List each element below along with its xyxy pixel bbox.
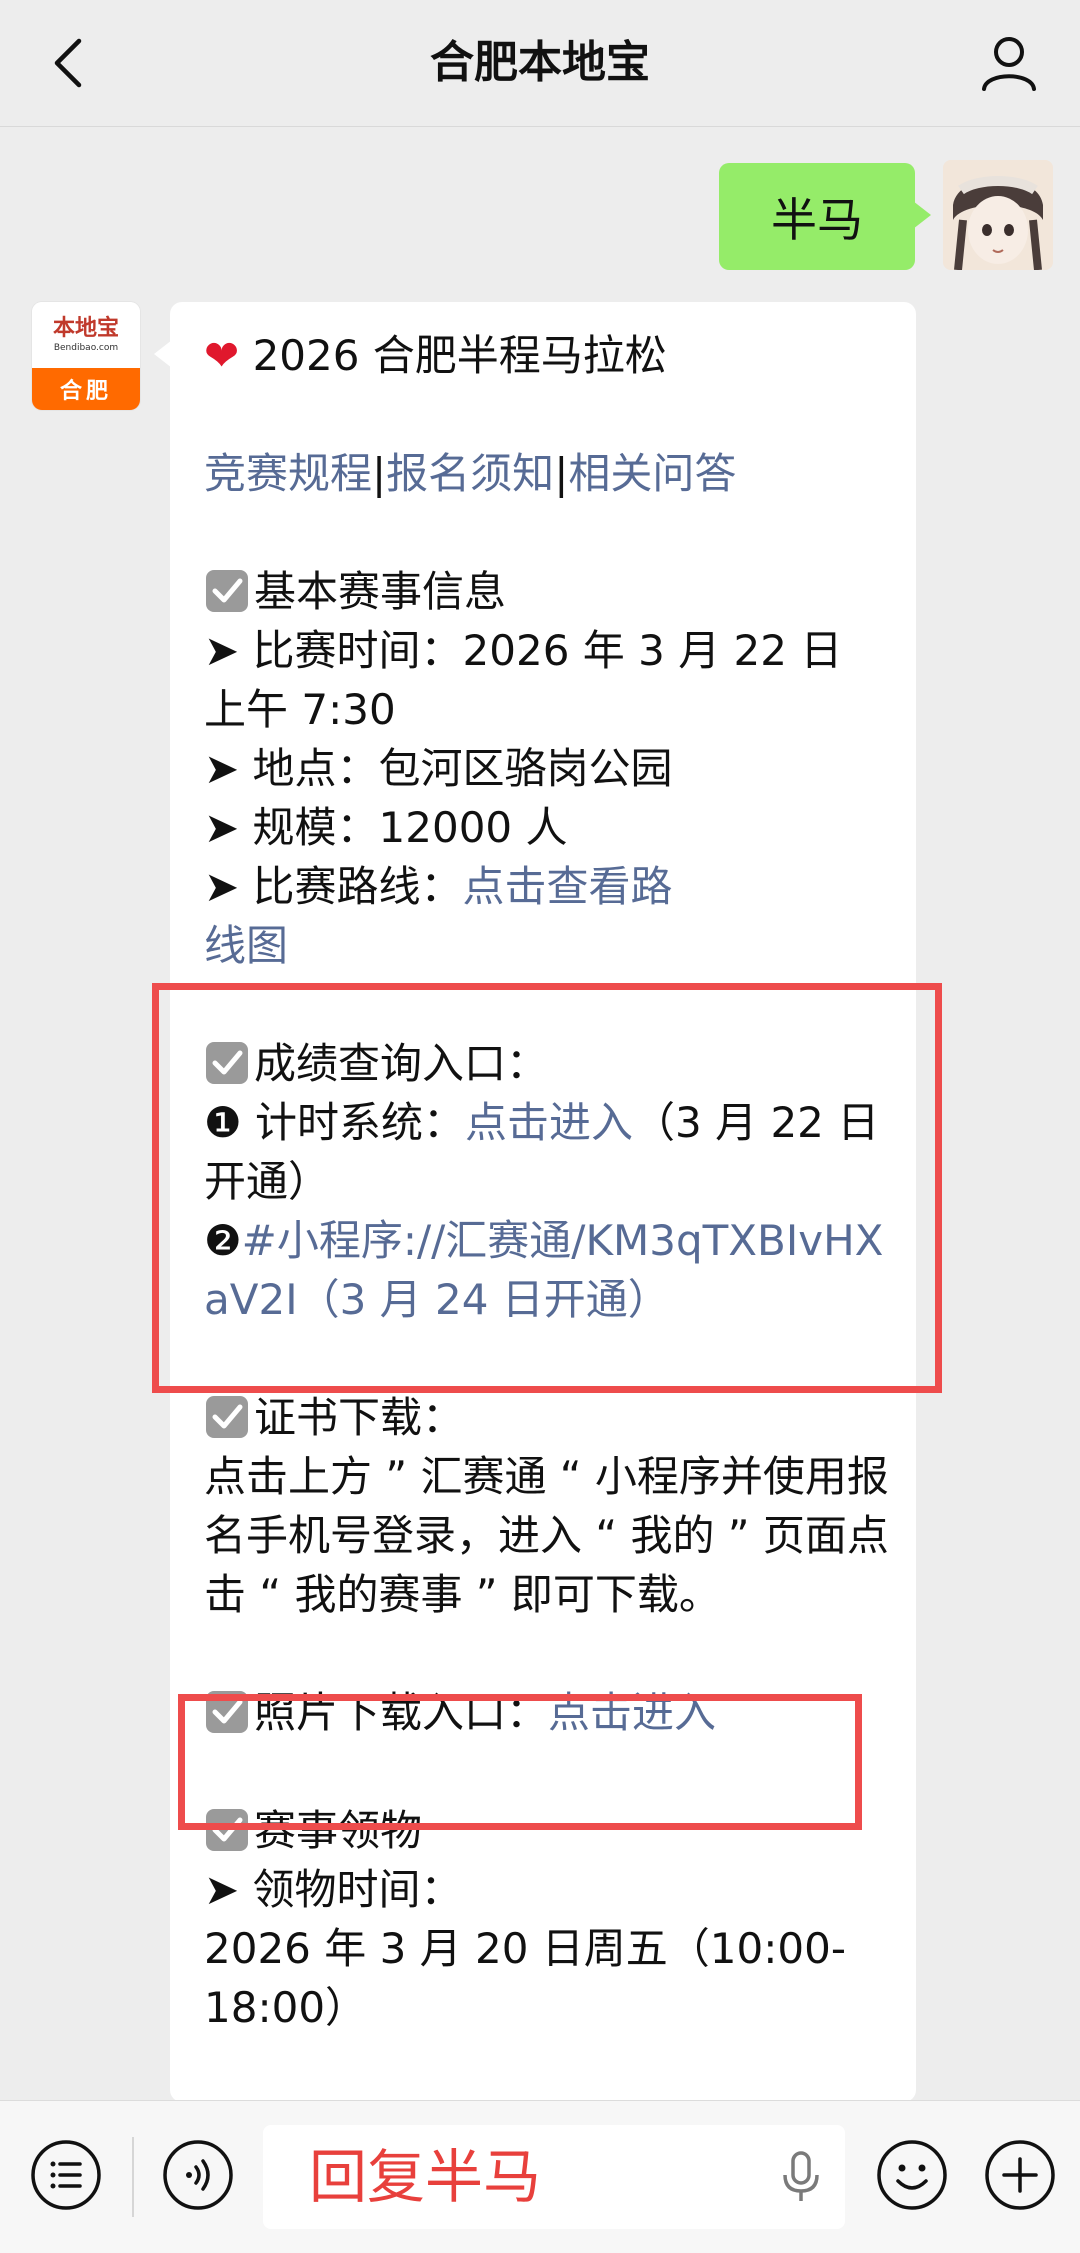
voice-icon [163, 2140, 233, 2210]
pickup-time-value: 2026 年 3 月 20 日周五（10:00-18:00） [204, 1924, 846, 2032]
link-registration[interactable]: 报名须知 [386, 449, 554, 498]
results-item-timing: ❶ 计时系统：点击进入（3 月 22 日开通） [204, 1098, 880, 1206]
quick-links: 竞赛规程|报名须知|相关问答 [204, 449, 737, 498]
checkbox-icon [206, 1809, 248, 1851]
bot-avatar[interactable]: 本地宝 Bendibao.com 合肥 [32, 302, 140, 410]
basic-info-heading: 基本赛事信息 [204, 562, 894, 621]
results-heading: 成绩查询入口： [204, 1034, 894, 1093]
race-location: ➤ 地点：包河区骆岗公园 [204, 744, 673, 793]
checkbox-icon [206, 570, 248, 612]
photos-link[interactable]: 点击进入 [548, 1688, 716, 1737]
user-message-text: 半马 [771, 192, 863, 247]
pickup-heading: 赛事领物 [204, 1801, 894, 1860]
voice-toggle-button[interactable] [160, 2137, 236, 2213]
checkbox-icon [206, 1396, 248, 1438]
emoji-icon [877, 2140, 947, 2210]
bot-avatar-city: 合肥 [32, 368, 140, 410]
chat-header: 合肥本地宝 [0, 0, 1080, 127]
race-time: ➤ 比赛时间：2026 年 3 月 22 日 上午 7:30 [204, 626, 843, 734]
emoji-button[interactable] [874, 2137, 950, 2213]
list-menu-icon [31, 2140, 101, 2210]
bot-message-bubble: ❤ 2026 合肥半程马拉松 竞赛规程|报名须知|相关问答 基本赛事信息 ➤ 比… [154, 302, 916, 2102]
user-avatar-illustration [943, 160, 1053, 270]
link-faq[interactable]: 相关问答 [568, 449, 736, 498]
person-icon [982, 37, 1036, 91]
certificate-text: 点击上方 ” 汇赛通 “ 小程序并使用报名手机号登录，进入 “ 我的 ” 页面点… [204, 1452, 889, 1619]
miniprogram-link[interactable]: #小程序://汇赛通/KM3qTXBIvHXaV2I（3 月 24 日开通） [204, 1216, 883, 1324]
message-input-text: 回复半马 [309, 2143, 542, 2211]
pickup-time-label: ➤ 领物时间： [204, 1865, 463, 1914]
timing-system-link[interactable]: 点击进入 [465, 1098, 633, 1147]
link-rules[interactable]: 竞赛规程 [204, 449, 372, 498]
more-button[interactable] [982, 2137, 1058, 2213]
menu-button[interactable] [28, 2137, 104, 2213]
input-bar: 回复半马 [0, 2100, 1080, 2253]
results-item-miniprogram: ❷#小程序://汇赛通/KM3qTXBIvHXaV2I（3 月 24 日开通） [204, 1216, 884, 1324]
user-avatar[interactable] [943, 160, 1053, 270]
certificate-heading: 证书下载： [204, 1388, 894, 1447]
race-route: ➤ 比赛路线：点击查看路线图 [204, 862, 673, 970]
checkbox-icon [206, 1691, 248, 1733]
divider [132, 2137, 134, 2217]
heart-icon: ❤ [204, 331, 240, 380]
chat-title: 合肥本地宝 [430, 37, 650, 88]
checkbox-icon [206, 1042, 248, 1084]
profile-button[interactable] [976, 30, 1042, 96]
message-title-line: ❤ 2026 合肥半程马拉松 [204, 326, 894, 385]
message-title: 2026 合肥半程马拉松 [252, 331, 667, 380]
bot-logo: 本地宝 Bendibao.com [32, 302, 140, 368]
user-message-bubble[interactable]: 半马 [719, 163, 931, 270]
message-input[interactable]: 回复半马 [263, 2125, 845, 2229]
photos-entry: 照片下载入口：点击进入 [204, 1683, 894, 1742]
plus-icon [985, 2140, 1055, 2210]
microphone-icon[interactable] [781, 2151, 821, 2203]
race-scale: ➤ 规模：12000 人 [204, 803, 568, 852]
